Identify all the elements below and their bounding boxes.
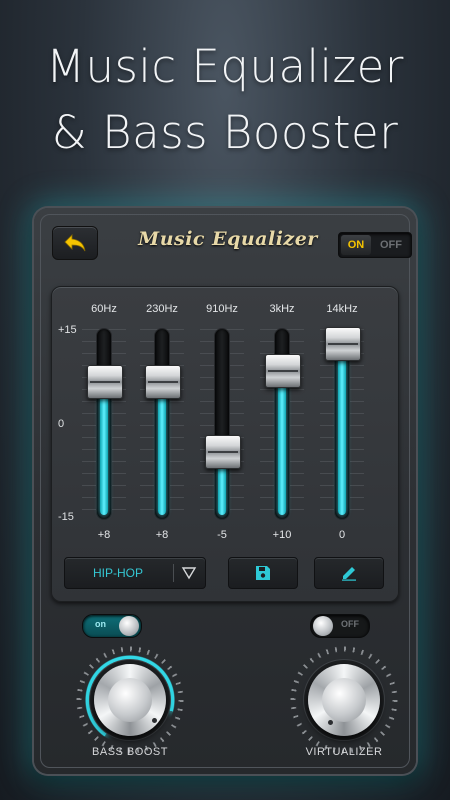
band-slider-thumb[interactable]	[87, 364, 123, 399]
edit-button[interactable]	[314, 557, 384, 589]
band-gain-label: -5	[217, 529, 227, 541]
bass-toggle-thumb	[119, 616, 139, 636]
power-on-label: ON	[341, 235, 371, 255]
back-button[interactable]	[52, 226, 98, 260]
virtualizer-knob[interactable]	[290, 646, 398, 754]
band-slider-thumb[interactable]	[205, 435, 241, 469]
headline-line2: & Bass Booster	[51, 106, 399, 159]
band-freq-label: 14kHz	[326, 303, 358, 315]
band-freq-label: 910Hz	[206, 303, 238, 315]
band-freq-label: 60Hz	[91, 303, 117, 315]
preset-value: HIP-HOP	[93, 566, 144, 580]
virt-knob-indicator	[328, 720, 333, 725]
top-bar: Music Equalizer ON OFF	[46, 220, 412, 264]
band-slider-track[interactable]	[155, 329, 169, 519]
equalizer-panel: +15 0 -15 HIP-HOP 60Hz +8 230Hz +8 910Hz -5 3k…	[51, 286, 399, 602]
scale-top-label: +15	[58, 324, 77, 336]
scale-bottom-label: -15	[58, 511, 74, 523]
virtualizer-caption: VIRTUALIZER	[305, 746, 383, 758]
preset-select[interactable]: HIP-HOP	[64, 557, 206, 589]
virtualizer-toggle[interactable]: OFF	[310, 614, 370, 638]
bass-knob-dial	[94, 664, 166, 736]
headline-line1: Music Equalizer	[46, 40, 404, 93]
equalizer-device: Music Equalizer ON OFF +15 0 -15 HIP-HOP	[34, 208, 416, 774]
bass-boost-knob[interactable]	[76, 646, 184, 754]
virt-knob-cap	[322, 678, 366, 722]
bass-knob-cap	[108, 678, 152, 722]
power-toggle[interactable]: ON OFF	[338, 232, 412, 258]
band-slider-thumb[interactable]	[145, 364, 181, 399]
triangle-down-icon	[181, 567, 197, 580]
app-title: Music Equalizer	[138, 228, 318, 250]
band-freq-label: 3kHz	[269, 303, 295, 315]
preset-divider	[173, 564, 174, 582]
back-arrow-icon	[64, 234, 86, 252]
band-slider-thumb[interactable]	[325, 327, 361, 361]
save-button[interactable]	[228, 557, 298, 589]
band-slider-track[interactable]	[215, 329, 229, 519]
band-gain-label: 0	[338, 529, 346, 541]
virt-toggle-thumb	[313, 616, 333, 636]
band-gain-label: +8	[97, 529, 111, 541]
band-slider-thumb[interactable]	[265, 354, 301, 388]
floppy-disk-icon	[256, 566, 270, 580]
band-slider-track[interactable]	[97, 329, 111, 519]
scale-mid-label: 0	[58, 418, 65, 430]
band-level-fill	[278, 370, 286, 515]
pencil-icon	[342, 567, 356, 581]
bass-knob-indicator	[152, 718, 157, 723]
band-gain-label: +10	[272, 529, 292, 541]
band-level-fill	[158, 380, 166, 515]
band-level-fill	[100, 380, 108, 515]
bass-toggle-label: on	[95, 619, 106, 629]
band-freq-label: 230Hz	[146, 303, 178, 315]
band-level-fill	[338, 343, 346, 515]
band-gain-label: +8	[155, 529, 169, 541]
bass-boost-toggle[interactable]: on	[82, 614, 142, 638]
bass-boost-caption: BASS BOOST	[92, 746, 168, 758]
power-off-label: OFF	[380, 239, 402, 251]
virt-toggle-label: OFF	[341, 619, 359, 629]
virt-knob-dial	[308, 664, 380, 736]
